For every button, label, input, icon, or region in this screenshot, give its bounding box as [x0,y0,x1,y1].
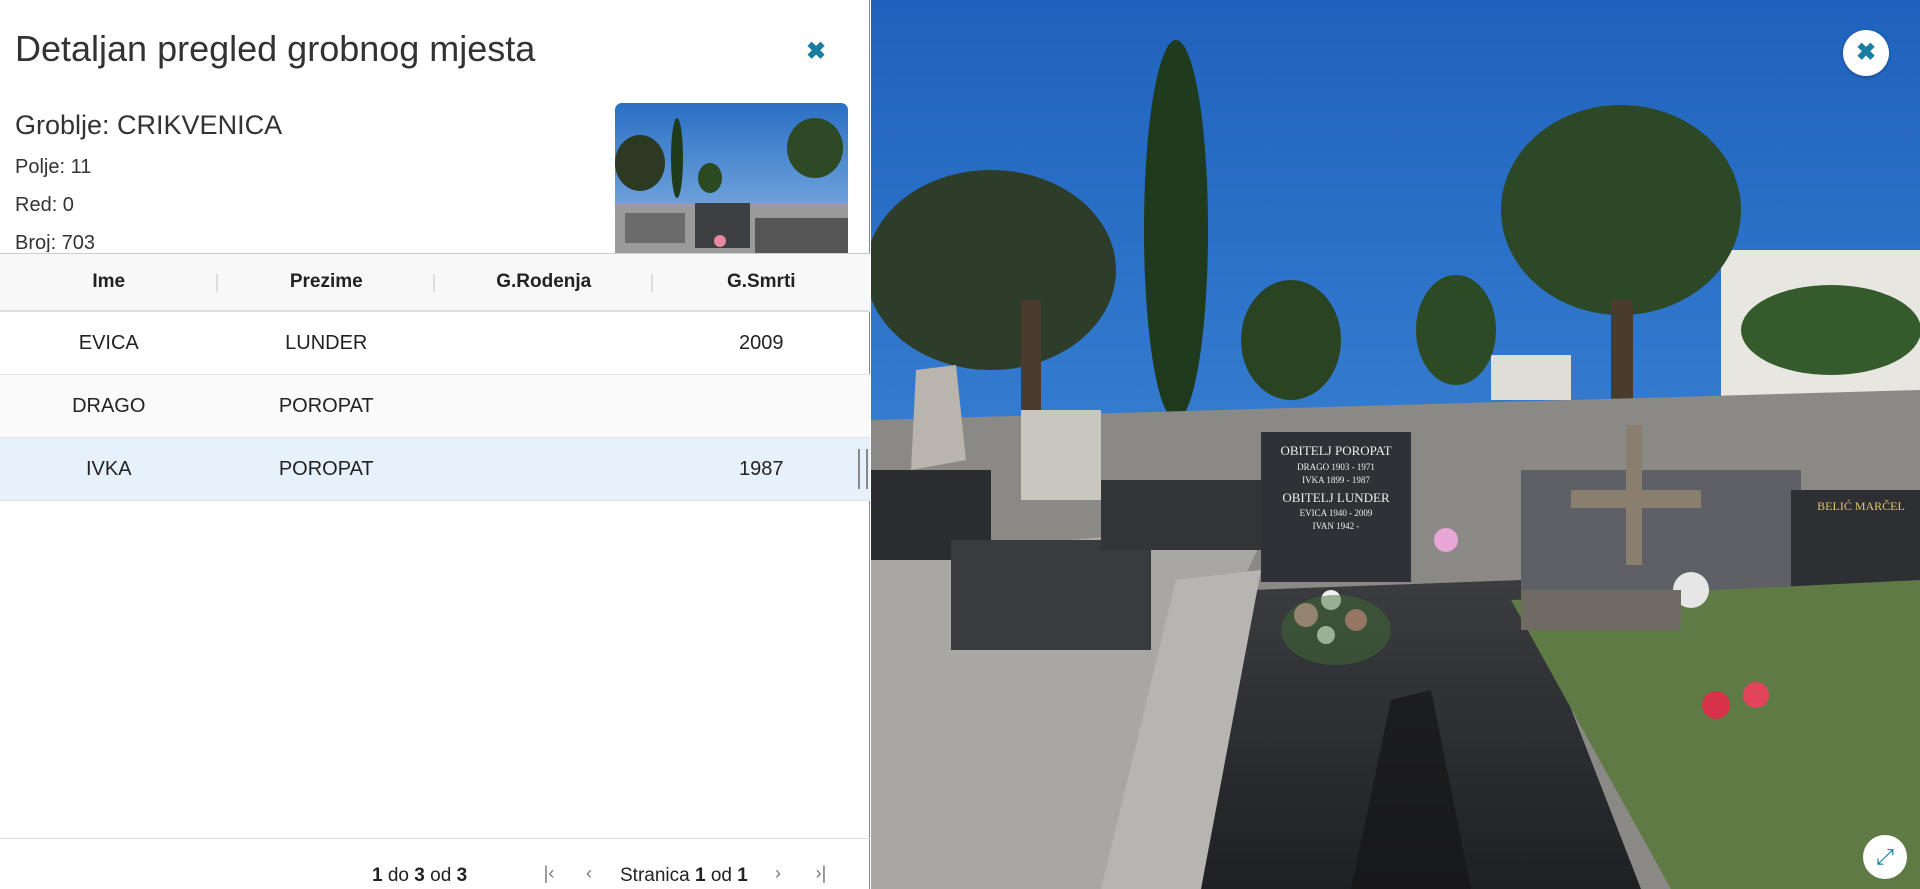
table-row[interactable]: IVKA POROPAT 1987 [0,438,870,501]
tombstone-line-3: IVKA 1899 - 1987 [1302,475,1370,485]
column-header-prezime[interactable]: Prezime [218,254,436,310]
row-from: 1 [372,865,383,886]
last-page-icon[interactable]: ›| [810,863,832,885]
page-word: Stranica [620,865,690,886]
grave-detail-panel: Detaljan pregled grobnog mjesta ✖ Groblj… [0,0,870,889]
fullscreen-icon[interactable]: ⤢ [1863,835,1907,879]
tombstone-line-1: OBITELJ POROPAT [1280,443,1391,458]
table-row[interactable]: DRAGO POROPAT [0,375,870,438]
cell-smrti: 1987 [739,458,784,480]
cell-smrti [653,375,871,437]
number-label: Broj: 703 [15,232,96,252]
row-total: 3 [456,865,468,886]
next-page-icon[interactable]: › [767,863,789,885]
grave-info: Groblje: CRIKVENICA Polje: 11 Red: 0 Bro… [15,110,595,252]
tombstone-line-5: EVICA 1940 - 2009 [1300,508,1373,518]
page-current: 1 [694,865,706,886]
field-label: Polje: 11 [15,156,92,178]
row-label: Red: 0 [15,194,74,216]
grave-thumbnail[interactable] [615,103,848,253]
tombstone-line-6: IVAN 1942 - [1313,521,1360,531]
column-resize-handle[interactable] [858,449,868,489]
table-row[interactable]: EVICA LUNDER 2009 [0,312,870,375]
prev-page-icon[interactable]: ‹ [578,863,600,885]
side-stone-text: BELIĆ MARČEL [1817,499,1905,513]
cell-rodenja [435,375,653,437]
tombstone-line-4: OBITELJ LUNDER [1282,490,1390,505]
pagination: 1 do 3 od 3 |‹ ‹ Stranica 1 od 1 › ›| [0,838,870,889]
cell-prezime: POROPAT [278,458,374,480]
column-header-rodenja[interactable]: G.Rodenja [435,254,653,310]
row-summary: 1 do 3 od 3 [372,865,467,887]
close-icon[interactable]: ✖ [804,40,828,64]
column-header-ime[interactable]: Ime [0,254,218,310]
row-of-word: od [430,865,452,886]
deceased-table: Ime Prezime G.Rodenja G.Smrti EVICA LUND… [0,253,870,889]
cell-prezime: LUNDER [285,332,368,354]
cell-ime: EVICA [78,332,139,354]
row-to-word: do [387,865,409,886]
page-summary: Stranica 1 od 1 [620,865,748,887]
tombstone-line-2: DRAGO 1903 - 1971 [1297,462,1375,472]
cell-rodenja [435,312,653,374]
first-page-icon[interactable]: |‹ [538,863,560,885]
page-of-word: od [710,865,732,886]
cell-rodenja [435,438,653,500]
panorama-viewer[interactable]: OBITELJ POROPAT DRAGO 1903 - 1971 IVKA 1… [871,0,1920,889]
column-header-smrti[interactable]: G.Smrti [653,254,871,310]
close-panorama-icon[interactable]: ✖ [1843,30,1889,76]
page-total: 1 [737,865,748,886]
cemetery-label: Groblje: CRIKVENICA [15,110,283,140]
cell-prezime: POROPAT [278,395,374,417]
cell-ime: DRAGO [72,395,146,417]
page-title: Detaljan pregled grobnog mjesta [15,28,536,69]
row-to: 3 [414,865,425,886]
table-header: Ime Prezime G.Rodenja G.Smrti [0,254,870,312]
cell-ime: IVKA [85,458,132,480]
cell-smrti: 2009 [739,332,784,354]
